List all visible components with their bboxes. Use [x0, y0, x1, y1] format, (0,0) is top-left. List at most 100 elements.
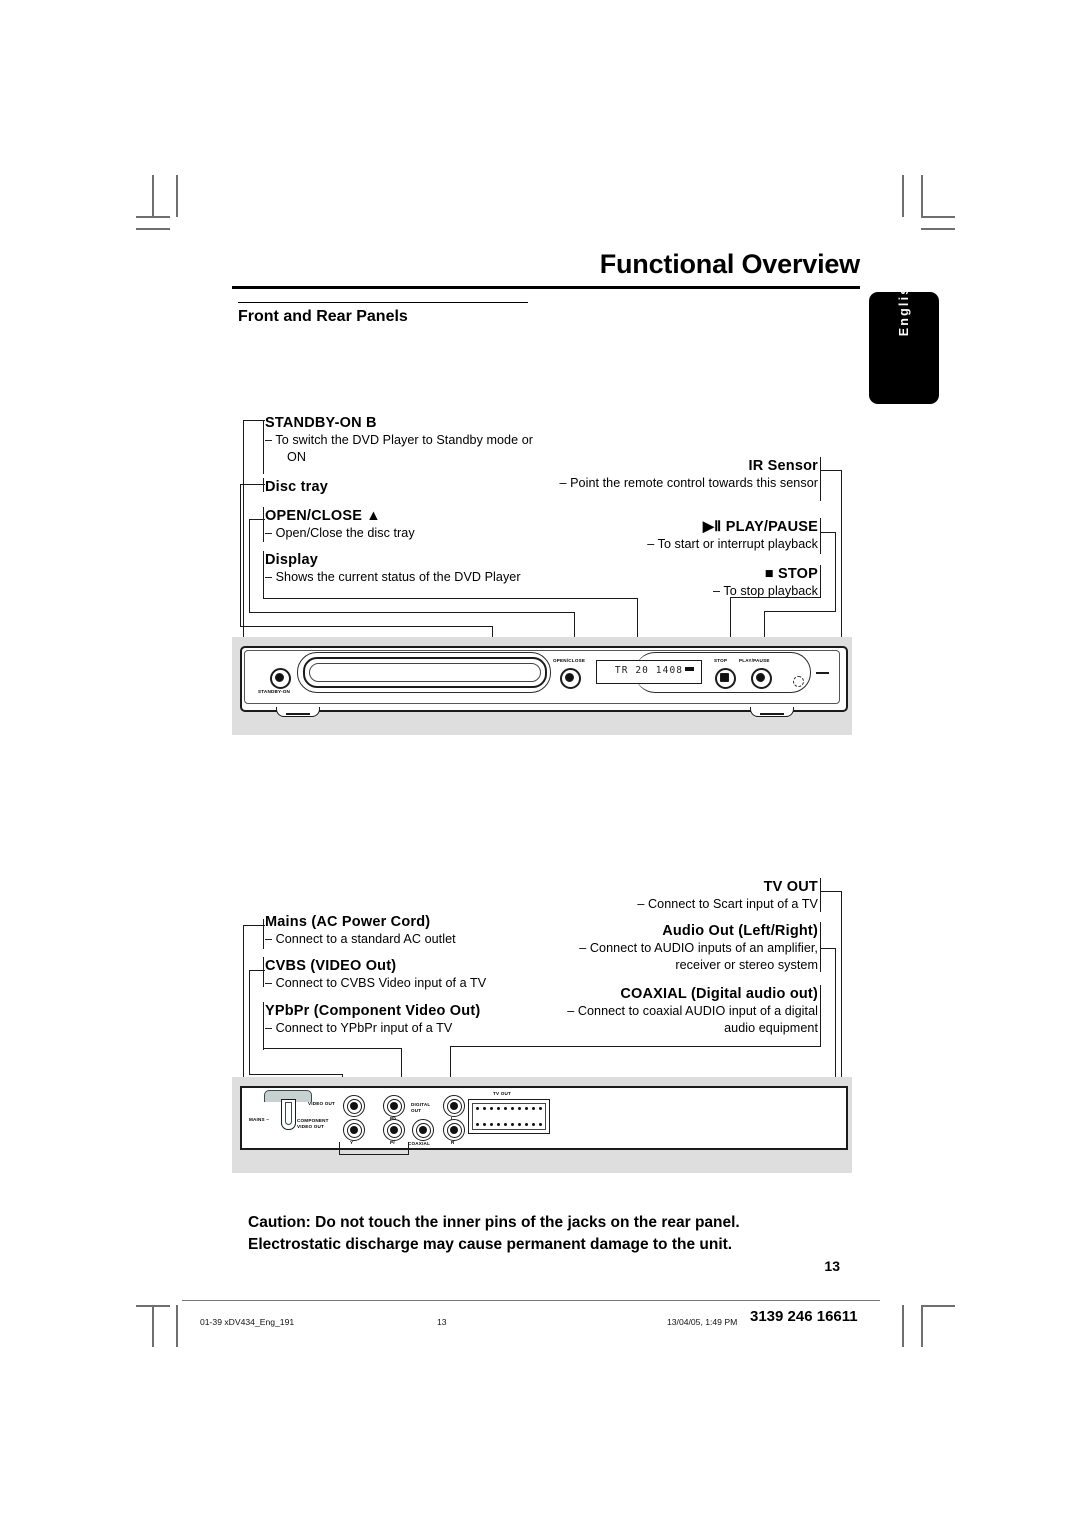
crop-mark-tl-h1	[136, 216, 170, 218]
callout-tv-out: TV OUT – Connect to Scart input of a TV	[545, 878, 818, 913]
crop-mark-tr-h2	[921, 228, 955, 230]
callout-open-close: OPEN/CLOSE ▲ – Open/Close the disc tray	[265, 507, 545, 542]
play-pause-label: PLAY/PAUSE	[739, 658, 770, 663]
callout-mains-desc: – Connect to a standard AC outlet	[265, 932, 456, 947]
tv-out-label: TV OUT	[493, 1091, 512, 1096]
ir-sensor-icon	[793, 676, 804, 687]
leader-playpause-run	[764, 611, 836, 613]
footer-date: 13/04/05, 1:49 PM	[667, 1317, 738, 1327]
leader-openclose-v	[263, 507, 265, 542]
callout-stop: ■ STOP – To stop playback	[545, 565, 818, 600]
footer-filename: 01-39 xDV434_Eng_191	[200, 1317, 295, 1327]
standby-on-button[interactable]	[270, 668, 291, 689]
jack-pr	[383, 1119, 405, 1141]
callout-ir-sensor-heading: IR Sensor	[748, 458, 818, 474]
front-panel-device: STANDBY-ON OPEN/CLOSE TR 20 1408 STOP PL…	[240, 646, 848, 717]
callout-coaxial-desc: – Connect to coaxial AUDIO input of a di…	[567, 1004, 818, 1036]
scart-pin	[476, 1107, 480, 1111]
callout-ir-sensor-desc: – Point the remote control towards this …	[559, 476, 818, 491]
jack-y	[343, 1119, 365, 1141]
crop-mark-bl-v1	[152, 1305, 154, 1347]
front-foot-right	[750, 707, 794, 717]
scart-pin	[503, 1122, 508, 1126]
language-tab-label: English	[897, 275, 911, 337]
crop-mark-tl-v2	[176, 175, 178, 217]
callout-coaxial: COAXIAL (Digital audio out) – Connect to…	[545, 985, 818, 1037]
leader-disctray-v	[263, 478, 265, 492]
leader-disctray-drop	[240, 484, 242, 627]
front-display: TR 20 1408	[596, 660, 702, 684]
leader-disctray-h	[240, 484, 265, 486]
scart-pin	[531, 1122, 536, 1126]
callout-audio-out-heading: Audio Out (Left/Right)	[662, 923, 818, 939]
open-close-button[interactable]	[560, 668, 581, 689]
jack-pb	[383, 1095, 405, 1117]
scart-pin	[538, 1107, 542, 1111]
jack-coaxial	[412, 1119, 434, 1141]
callout-audio-out-desc: – Connect to AUDIO inputs of an amplifie…	[579, 941, 818, 973]
open-close-label: OPEN/CLOSE	[553, 658, 586, 663]
callout-cvbs-heading: CVBS (VIDEO Out)	[265, 958, 397, 974]
leader-cvbs-v	[263, 957, 265, 987]
callout-tv-out-desc: – Connect to Scart input of a TV	[637, 897, 818, 912]
coaxial-label: COAXIAL	[408, 1141, 431, 1146]
language-tab-english: English	[869, 276, 939, 404]
callout-ypbpr-heading: YPbPr (Component Video Out)	[265, 1003, 481, 1019]
leader-playpause-h	[820, 532, 836, 534]
scart-pin	[524, 1122, 529, 1126]
crop-mark-bl-h1	[136, 1305, 170, 1307]
crop-mark-tr-h1	[921, 216, 955, 218]
leader-ypbpr-v	[263, 1002, 265, 1050]
callout-standby-on-desc: – To switch the DVD Player to Standby mo…	[265, 433, 534, 465]
scart-pin-row	[476, 1107, 542, 1111]
leader-audioout-v	[820, 922, 822, 972]
scart-pin	[538, 1122, 542, 1126]
play-pause-button[interactable]	[751, 668, 772, 689]
callout-mains: Mains (AC Power Cord) – Connect to a sta…	[265, 913, 555, 948]
leader-display-run	[263, 598, 638, 600]
stop-button[interactable]	[715, 668, 736, 689]
scart-pin	[482, 1122, 487, 1126]
crop-mark-br-h1	[921, 1305, 955, 1307]
leader-cvbs-h	[249, 970, 265, 972]
leader-openclose-run	[249, 612, 575, 614]
page-title: Functional Overview	[599, 249, 860, 279]
callout-ypbpr-desc: – Connect to YPbPr input of a TV	[265, 1021, 453, 1036]
leader-disctray-run	[240, 626, 493, 628]
crop-mark-tl-v1	[152, 175, 154, 217]
callout-coaxial-heading: COAXIAL (Digital audio out)	[620, 986, 818, 1002]
scart-pin	[517, 1107, 522, 1111]
leader-mains-v	[263, 919, 265, 949]
caution-line-1: Caution: Do not touch the inner pins of …	[248, 1214, 740, 1231]
jack-video-out	[343, 1095, 365, 1117]
leader-playpause-v	[820, 518, 822, 554]
jack-audio-left	[443, 1095, 465, 1117]
scart-pin	[510, 1122, 515, 1126]
crop-mark-br-v1	[902, 1305, 904, 1347]
callout-ir-sensor: IR Sensor – Point the remote control tow…	[545, 457, 818, 492]
scart-pin	[482, 1107, 487, 1111]
digital-out-label: DIGITAL OUT	[411, 1102, 431, 1113]
scart-pin-row	[476, 1122, 542, 1126]
leader-display-v	[263, 551, 265, 599]
jack-audio-right	[443, 1119, 465, 1141]
mains-label: MAINS ~	[249, 1117, 270, 1122]
callout-disc-tray-heading: Disc tray	[265, 479, 329, 495]
display-indicator-icon	[685, 667, 694, 671]
leader-standby-drop	[243, 420, 245, 673]
scart-pins	[476, 1107, 542, 1126]
leader-mains-h	[243, 925, 265, 927]
section-title: Front and Rear Panels	[238, 308, 408, 325]
caution-note: Caution: Do not touch the inner pins of …	[248, 1212, 848, 1256]
footer-page: 13	[437, 1317, 447, 1327]
scart-pin	[496, 1107, 501, 1111]
scart-pin	[496, 1122, 501, 1126]
callout-standby-on: STANDBY-ON B – To switch the DVD Player …	[265, 414, 545, 466]
scart-pin	[524, 1107, 529, 1111]
leader-cvbs-drop	[249, 970, 251, 1075]
section-divider	[238, 302, 528, 303]
front-panel-vent-mark	[816, 672, 829, 674]
callout-standby-on-heading: STANDBY-ON B	[265, 415, 377, 431]
footer-divider	[182, 1300, 880, 1301]
leader-openclose-drop	[249, 519, 251, 613]
